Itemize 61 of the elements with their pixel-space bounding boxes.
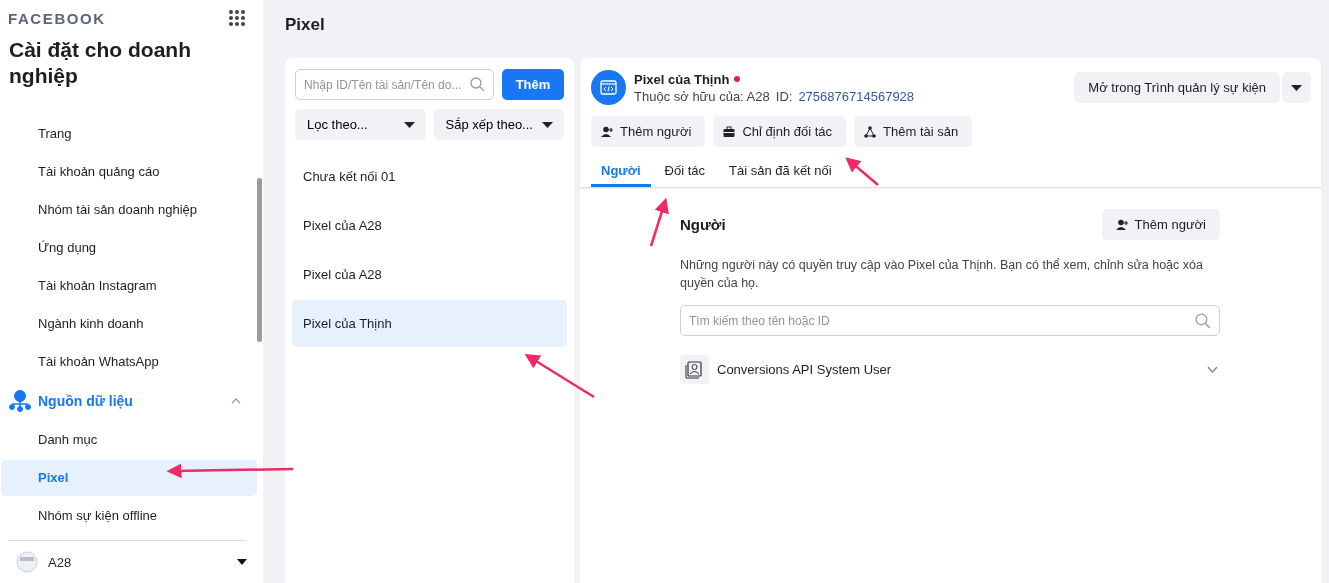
settings-title: Cài đặt cho doanh nghiệp <box>8 37 192 89</box>
scrollbar[interactable] <box>257 178 262 342</box>
business-icon <box>16 551 38 573</box>
annotation-arrow <box>524 354 595 399</box>
add-button[interactable]: Thêm <box>502 69 564 100</box>
sidebar-item[interactable]: Ngành kinh doanh <box>1 306 257 342</box>
sidebar-item[interactable]: Danh mục <box>1 422 257 458</box>
caret-icon <box>403 121 415 128</box>
caret-icon <box>542 121 553 128</box>
nodes-icon <box>864 125 877 138</box>
system-user-icon <box>680 355 709 384</box>
briefcase-icon <box>723 125 736 138</box>
caret-icon[interactable] <box>237 559 247 565</box>
search-icon <box>470 77 485 92</box>
data-source-icon <box>8 390 32 412</box>
add-person-icon <box>601 125 613 138</box>
person-name: Conversions API System User <box>717 362 893 377</box>
description-text: Những người này có quyền truy cập vào Pixel của Thịnh. Bạn có thể xem, chỉnh sửa hoặc xóa quyền của họ. <box>680 257 1204 292</box>
filter-dropdown[interactable]: Lọc theo... <box>295 109 426 140</box>
section-title: Người <box>680 216 726 233</box>
sidebar-item[interactable]: Tài khoản WhatsApp <box>1 344 257 380</box>
sidebar-item[interactable]: Nhóm tài sản doanh nghiệp <box>1 192 257 228</box>
tab[interactable]: Đối tác <box>654 158 716 187</box>
section-header[interactable]: Nguồn dữ liệu <box>38 393 231 409</box>
people-search-field[interactable]: Tìm kiếm theo tên hoặc ID <box>680 305 1220 336</box>
brand-logo: FACEBOOK <box>8 9 106 27</box>
chevron-icon[interactable] <box>1207 366 1218 373</box>
sidebar-item[interactable]: Pixel <box>1 460 257 496</box>
pixel-list-item[interactable]: Pixel của A28 <box>292 251 567 298</box>
pixel-icon <box>591 70 626 105</box>
annotation-arrow <box>649 197 669 247</box>
add-person-icon <box>1115 218 1128 231</box>
caret-icon <box>1291 84 1302 91</box>
tab[interactable]: Người <box>591 158 651 187</box>
sort-dropdown[interactable]: Sắp xếp theo... <box>433 109 564 140</box>
sidebar-item[interactable]: Ứng dụng <box>1 230 257 266</box>
owner-text: Thuộc sở hữu của: A28 <box>634 88 770 104</box>
sidebar-item[interactable]: Nhóm sự kiện offline <box>1 498 257 534</box>
pixel-id: 2756876714567928 <box>798 88 915 104</box>
pixel-list-item[interactable]: Pixel của A28 <box>292 202 567 249</box>
action-button[interactable]: Thêm người <box>591 116 706 147</box>
pixel-name: Pixel của Thịnh <box>634 71 730 87</box>
pixel-list-item[interactable]: Pixel của Thịnh <box>292 300 567 347</box>
sidebar-item[interactable]: Tài khoản quảng cáo <box>1 154 257 190</box>
sidebar-item[interactable]: Tài khoản Instagram <box>1 268 257 304</box>
open-events-manager-button[interactable]: Mở trong Trình quản lý sự kiện <box>1074 72 1280 103</box>
action-button[interactable]: Thêm tài sản <box>854 116 973 147</box>
tab[interactable]: Tài sản đã kết nối <box>719 158 842 187</box>
more-dropdown-button[interactable] <box>1282 72 1311 103</box>
apps-grid-icon[interactable] <box>228 9 246 27</box>
id-label: ID: <box>775 88 793 104</box>
chevron-icon[interactable] <box>231 398 241 404</box>
action-button[interactable]: Chỉ định đối tác <box>713 116 847 147</box>
page-title: Pixel <box>285 14 326 36</box>
sidebar-item[interactable]: Trang <box>1 116 257 152</box>
search-icon <box>1195 313 1211 329</box>
pixel-list-item[interactable]: Chưa kết nối 01 <box>292 153 567 200</box>
add-person-button[interactable]: Thêm người <box>1101 209 1220 240</box>
search-field[interactable]: Nhập ID/Tên tài sản/Tên do... <box>295 69 494 100</box>
annotation-arrow <box>845 157 879 186</box>
account-name: A28 <box>48 554 73 570</box>
